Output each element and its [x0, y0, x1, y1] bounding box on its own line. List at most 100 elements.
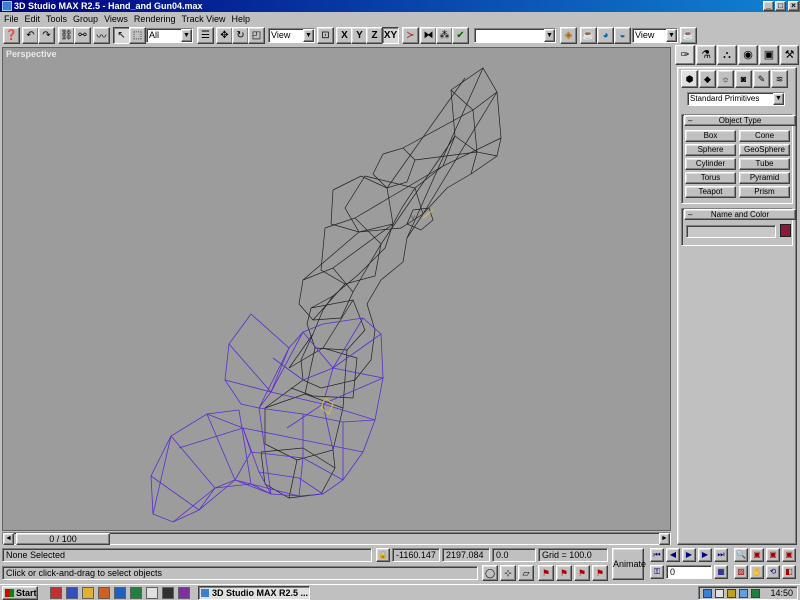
helpers-icon[interactable]: ✎: [753, 70, 770, 88]
snap-toggle-icon[interactable]: ⊹: [500, 565, 516, 581]
close-button[interactable]: ×: [788, 1, 799, 11]
object-color-swatch[interactable]: [780, 224, 791, 237]
bind-space-warp-icon[interactable]: 〰: [93, 27, 110, 44]
menu-file[interactable]: File: [0, 12, 22, 26]
render-type-dropdown[interactable]: View ▼: [632, 28, 678, 43]
zoom-all-icon[interactable]: ▣: [750, 548, 764, 562]
tab-motion[interactable]: ◉: [738, 45, 758, 65]
previous-frame-icon[interactable]: ◀: [666, 548, 680, 562]
geometry-icon[interactable]: ⬢: [681, 70, 698, 88]
next-frame-icon[interactable]: ▶: [698, 548, 712, 562]
cone-button[interactable]: Cone: [739, 130, 790, 142]
time-next-icon[interactable]: ►: [659, 533, 670, 545]
quick-launch-icon[interactable]: [146, 587, 158, 599]
menu-tools[interactable]: Tools: [43, 12, 70, 26]
shapes-icon[interactable]: ◆: [699, 70, 716, 88]
mirror-icon[interactable]: ⧓: [420, 27, 437, 44]
selection-filter-dropdown[interactable]: All ▼: [146, 28, 193, 43]
geosphere-button[interactable]: GeoSphere: [739, 144, 790, 156]
perspective-viewport[interactable]: Perspective y: [2, 47, 671, 531]
tab-modify[interactable]: ⚗: [696, 45, 716, 65]
tray-icon[interactable]: [739, 589, 748, 598]
app-icon[interactable]: [2, 1, 12, 11]
quick-launch-icon[interactable]: [66, 587, 78, 599]
time-slider[interactable]: ◄ 0 / 100 ►: [2, 532, 671, 545]
menu-rendering[interactable]: Rendering: [131, 12, 179, 26]
window-crossing-icon[interactable]: ⚑: [574, 565, 590, 581]
animate-button[interactable]: Animate: [612, 548, 646, 580]
current-frame-field[interactable]: 0: [666, 565, 712, 579]
select-by-region-icon[interactable]: ⬚: [129, 27, 146, 44]
go-to-end-icon[interactable]: ⏭: [714, 548, 728, 562]
time-configuration-icon[interactable]: ▦: [714, 565, 728, 579]
quick-launch-icon[interactable]: [130, 587, 142, 599]
play-icon[interactable]: ▶: [682, 548, 696, 562]
select-and-link-icon[interactable]: ⛓: [58, 27, 75, 44]
quick-launch-icon[interactable]: [50, 587, 62, 599]
render-teapot-icon[interactable]: ☕: [680, 27, 697, 44]
tray-icon[interactable]: [703, 589, 712, 598]
object-type-header[interactable]: – Object Type: [684, 115, 796, 126]
undo-icon[interactable]: ↶: [22, 27, 39, 44]
scale-icon[interactable]: ◰: [248, 27, 265, 44]
task-button-3dsmax[interactable]: 3D Studio MAX R2.5 ...: [198, 586, 310, 600]
sphere-button[interactable]: Sphere: [685, 144, 736, 156]
material-editor-icon[interactable]: ◈: [560, 27, 577, 44]
help-mode-icon[interactable]: ❓: [3, 27, 20, 44]
render-scene-icon[interactable]: ☕: [580, 27, 597, 44]
arc-rotate-icon[interactable]: ⟲: [766, 565, 780, 579]
quick-launch-icon[interactable]: [98, 587, 110, 599]
select-by-name-icon[interactable]: ☰: [197, 27, 214, 44]
menu-edit[interactable]: Edit: [22, 12, 44, 26]
render-last-icon[interactable]: ◒: [614, 27, 631, 44]
angle-snap-icon[interactable]: ▱: [518, 565, 534, 581]
pyramid-button[interactable]: Pyramid: [739, 172, 790, 184]
menu-track-view[interactable]: Track View: [178, 12, 228, 26]
quick-launch-icon[interactable]: [162, 587, 174, 599]
tab-utilities[interactable]: ⚒: [780, 45, 799, 65]
quick-launch-icon[interactable]: [82, 587, 94, 599]
key-mode-icon[interactable]: ⚑: [592, 565, 608, 581]
pan-icon[interactable]: ✋: [750, 565, 764, 579]
category-dropdown[interactable]: Standard Primitives ▼: [687, 92, 785, 106]
array-icon[interactable]: ⁂: [436, 27, 453, 44]
time-prev-icon[interactable]: ◄: [3, 533, 14, 545]
maximize-button[interactable]: □: [775, 1, 786, 11]
percent-snap-icon[interactable]: ⚑: [538, 565, 554, 581]
time-slider-thumb[interactable]: 0 / 100: [16, 533, 110, 545]
select-object-icon[interactable]: ↖: [113, 27, 130, 44]
spinner-snap-icon[interactable]: ⚑: [556, 565, 572, 581]
zoom-extents-all-icon[interactable]: ▣: [782, 548, 796, 562]
align-icon[interactable]: ✔: [452, 27, 469, 44]
quick-render-icon[interactable]: ◕: [597, 27, 614, 44]
torus-button[interactable]: Torus: [685, 172, 736, 184]
go-to-start-icon[interactable]: ⏮: [650, 548, 664, 562]
move-icon[interactable]: ✥: [216, 27, 233, 44]
reference-coordinate-dropdown[interactable]: View ▼: [268, 28, 315, 43]
menu-group[interactable]: Group: [70, 12, 101, 26]
named-selection-dropdown[interactable]: ▼: [474, 28, 556, 43]
tab-create[interactable]: ✑: [675, 45, 695, 65]
lights-icon[interactable]: ☼: [717, 70, 734, 88]
zoom-extents-icon[interactable]: ▣: [766, 548, 780, 562]
zoom-region-icon[interactable]: ▨: [734, 565, 748, 579]
quick-launch-icon[interactable]: [178, 587, 190, 599]
menu-views[interactable]: Views: [101, 12, 131, 26]
lock-selection-icon[interactable]: 🔒: [376, 548, 390, 562]
inverse-kinematics-icon[interactable]: ≻: [402, 27, 419, 44]
space-warps-icon[interactable]: ≋: [771, 70, 788, 88]
viewport-label[interactable]: Perspective: [6, 49, 57, 59]
tray-icon[interactable]: [727, 589, 736, 598]
minimize-button[interactable]: _: [763, 1, 774, 11]
tab-hierarchy[interactable]: ⛬: [717, 45, 737, 65]
key-mode-toggle-icon[interactable]: ⚿: [650, 565, 664, 579]
tab-display[interactable]: ▣: [759, 45, 779, 65]
tube-button[interactable]: Tube: [739, 158, 790, 170]
start-button[interactable]: Start: [2, 586, 38, 600]
pivot-center-icon[interactable]: ⊡: [317, 27, 334, 44]
cameras-icon[interactable]: ◙: [735, 70, 752, 88]
min-max-toggle-icon[interactable]: ◧: [782, 565, 796, 579]
menu-help[interactable]: Help: [228, 12, 253, 26]
restrict-z-button[interactable]: Z: [366, 27, 383, 44]
restrict-xy-button[interactable]: XY: [382, 27, 399, 44]
